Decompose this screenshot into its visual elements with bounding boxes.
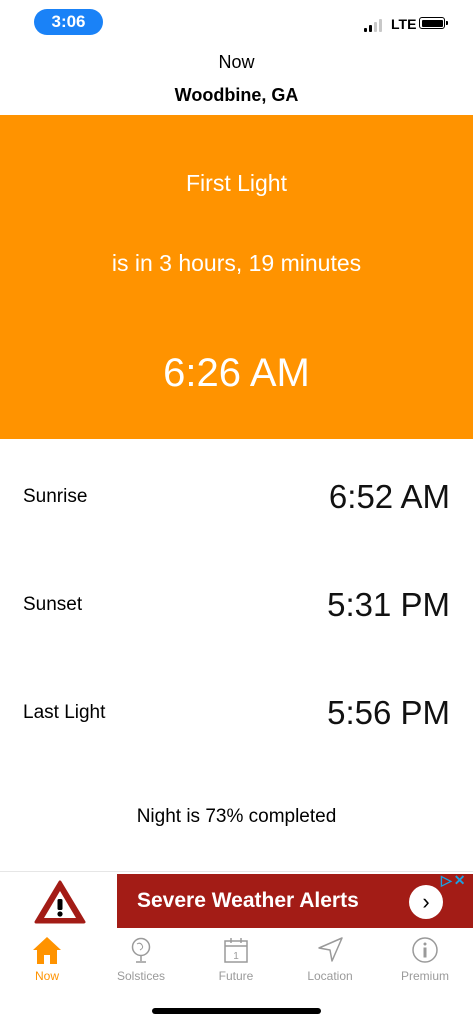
sunrise-time: 6:52 AM <box>328 478 450 515</box>
tab-premium[interactable]: Premium <box>378 930 472 990</box>
tab-now-label: Now <box>34 969 59 983</box>
last-light-time: 5:56 PM <box>327 694 450 731</box>
info-icon <box>412 937 438 963</box>
status-bar: 3:06 LTE <box>0 0 473 46</box>
sunrise-label: Sunrise <box>23 486 88 507</box>
tab-now[interactable]: Now <box>0 930 94 990</box>
ad-choices-icon[interactable]: ▷ ✕ <box>441 872 471 888</box>
ad-content[interactable]: Severe Weather Alerts › <box>117 874 473 928</box>
sunset-row: Sunset 5:31 PM <box>0 586 473 626</box>
tab-location[interactable]: Location <box>283 930 377 990</box>
home-indicator[interactable] <box>152 1008 321 1014</box>
sunset-label: Sunset <box>23 594 83 615</box>
battery-icon <box>419 17 448 29</box>
night-progress-text: Night is 73% completed <box>136 806 337 827</box>
sunrise-row: Sunrise 6:52 AM <box>0 478 473 518</box>
chevron-right-icon[interactable]: › <box>409 885 443 919</box>
page-title: Now <box>218 52 255 72</box>
sunset-time: 5:31 PM <box>327 586 450 623</box>
network-type: LTE <box>391 16 417 32</box>
last-light-label: Last Light <box>23 702 106 723</box>
tab-location-label: Location <box>307 969 353 983</box>
location-arrow-icon <box>318 937 343 962</box>
location-name: Woodbine, GA <box>174 85 299 105</box>
globe-icon <box>131 937 151 963</box>
next-event-countdown: is in 3 hours, 19 minutes <box>111 250 362 276</box>
calendar-icon: 1 <box>224 938 248 963</box>
tab-premium-label: Premium <box>400 969 449 983</box>
ad-headline: Severe Weather Alerts <box>137 889 359 912</box>
warning-icon <box>34 880 86 924</box>
status-time[interactable]: 3:06 <box>34 9 103 35</box>
last-light-row: Last Light 5:56 PM <box>0 694 473 734</box>
tab-solstices[interactable]: Solstices <box>94 930 188 990</box>
cellular-signal-icon <box>364 18 386 32</box>
next-event-panel: First Light is in 3 hours, 19 minutes 6:… <box>0 115 473 439</box>
tab-solstices-label: Solstices <box>116 969 166 983</box>
ad-banner[interactable]: Severe Weather Alerts › ▷ ✕ <box>0 871 473 931</box>
tab-future[interactable]: 1 Future <box>189 930 283 990</box>
home-icon <box>33 937 61 964</box>
next-event-time: 6:26 AM <box>163 351 310 395</box>
calendar-day: 1 <box>233 951 239 962</box>
next-event-name: First Light <box>186 170 287 196</box>
tab-future-label: Future <box>218 969 254 983</box>
